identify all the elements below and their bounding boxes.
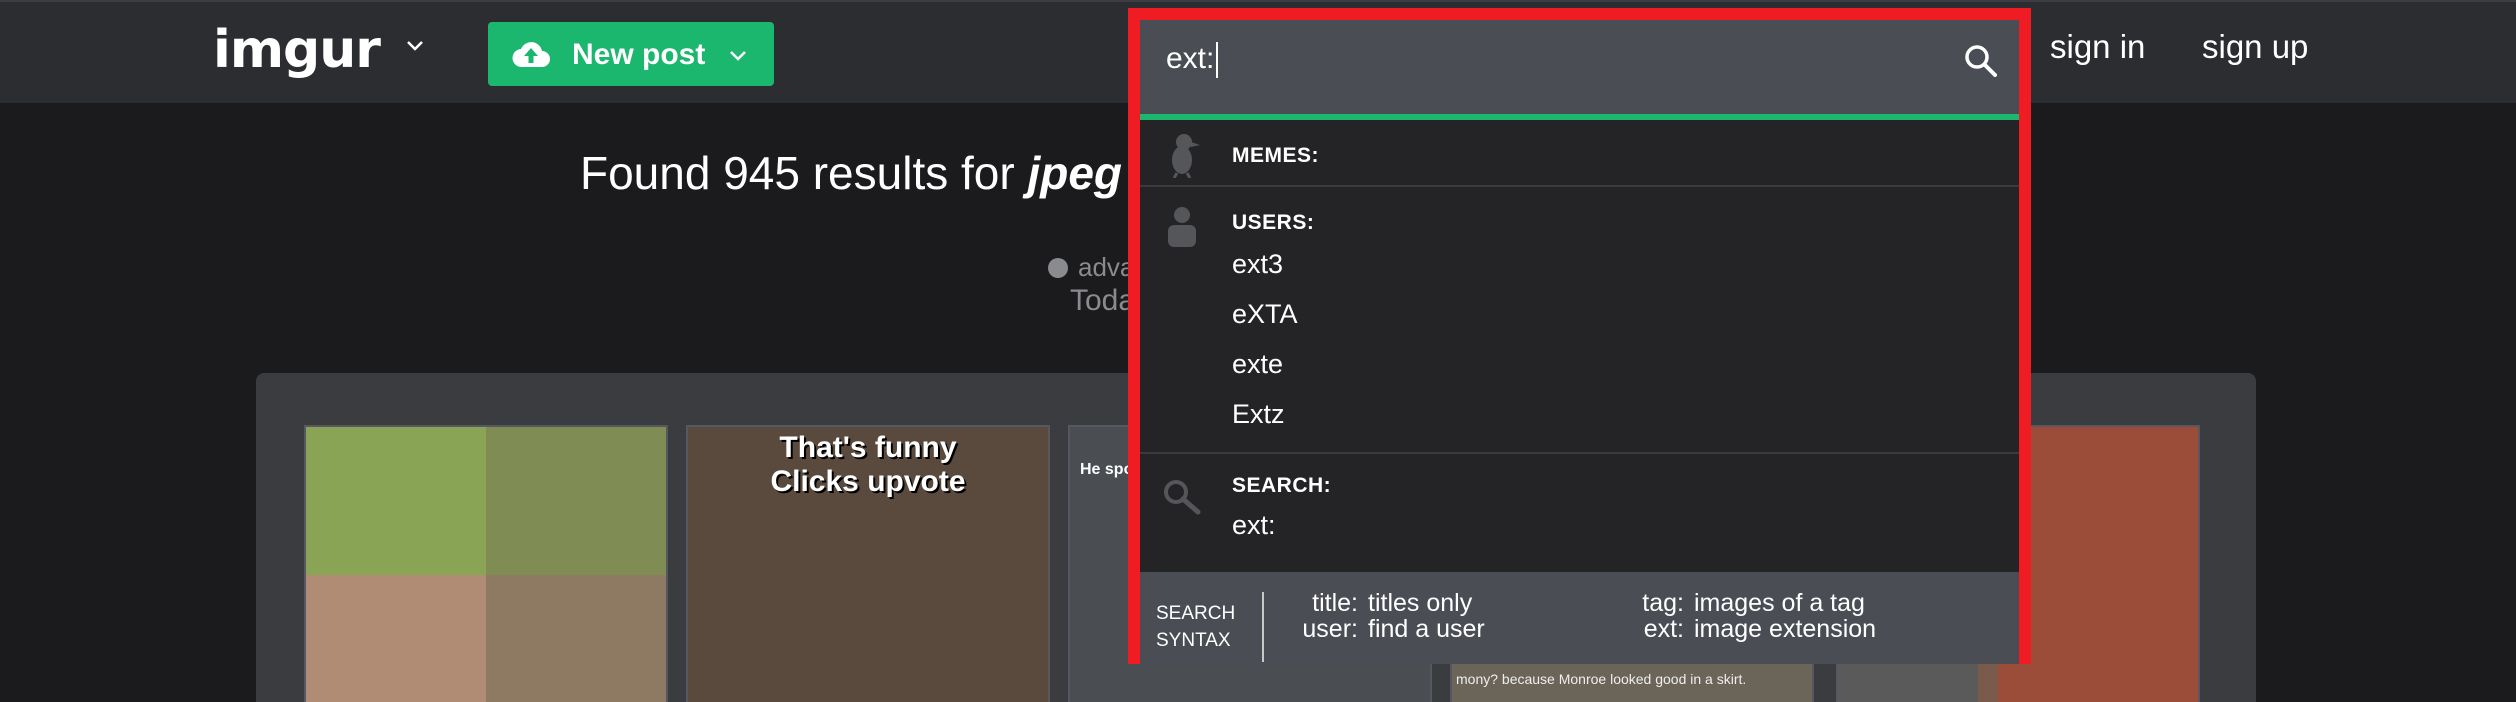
search-dropdown: ext: MEMES: USERS: ext3 eXTA exte Extz S… [1128,8,2031,664]
syntax-desc: find a user [1368,615,1485,643]
syntax-desc: image extension [1694,615,1877,643]
sign-in-link[interactable]: sign in [2050,28,2145,66]
advanced-radio[interactable] [1048,258,1068,278]
thumb-caption-line: Clicks upvote [770,465,966,498]
imgur-logo[interactable]: imgur [213,20,381,80]
search-section: SEARCH: ext: [1140,454,2019,572]
thumb-image-part [306,427,486,575]
syntax-key: title: [1312,589,1358,617]
gallery-thumbnail[interactable] [304,425,668,702]
user-suggestion[interactable]: eXTA [1232,299,1298,330]
syntax-key: ext: [1643,615,1684,643]
memes-heading: MEMES: [1232,144,1319,167]
user-suggestion[interactable]: Extz [1232,399,1285,430]
syntax-key: tag: [1642,589,1684,617]
users-heading: USERS: [1232,211,1315,234]
meme-icon [1172,134,1200,178]
search-syntax-title-line: SEARCH [1156,603,1236,624]
search-input-value[interactable]: ext: [1166,42,1219,79]
syntax-desc: titles only [1368,589,1473,617]
search-suggestion[interactable]: ext: [1232,510,1276,541]
thumb-caption: mony? because Monroe looked good in a sk… [1456,671,1747,687]
chevron-down-icon [730,51,746,61]
chevron-down-icon[interactable] [405,36,425,56]
syntax-divider [1262,592,1264,662]
search-syntax-title: SEARCH SYNTAX [1156,600,1235,654]
search-syntax-title-line: SYNTAX [1156,630,1231,651]
search-icon[interactable] [1962,42,2000,80]
syntax-desc: images of a tag [1694,589,1865,617]
search-input-text: ext: [1166,42,1215,75]
results-prefix: Found 945 results for [580,147,1028,199]
gallery-thumbnail[interactable]: That's funny Clicks upvote [686,425,1050,702]
memes-section: MEMES: [1140,120,2019,187]
syntax-key: user: [1302,615,1358,643]
new-post-button[interactable]: New post [488,22,774,86]
thumb-caption-line: That's funny [779,431,957,464]
search-input[interactable]: ext: [1140,20,2019,114]
text-caret [1216,42,1219,79]
thumb-caption: That's funny Clicks upvote [688,431,1048,499]
thumb-image-part [486,575,666,702]
user-suggestion[interactable]: exte [1232,349,1283,380]
results-query: jpeg [1027,147,1123,199]
thumb-image-part [486,427,666,575]
thumb-image-part [306,575,486,702]
new-post-label: New post [572,38,706,71]
search-heading: SEARCH: [1232,474,1332,497]
advanced-label: adva [1078,252,1135,282]
results-heading: Found 945 results for jpeg [580,146,1122,200]
sign-up-link[interactable]: sign up [2202,28,2308,66]
user-icon [1168,207,1196,247]
user-suggestion[interactable]: ext3 [1232,249,1283,280]
search-syntax-bar: SEARCH SYNTAX title: titles only user: f… [1140,572,2019,664]
time-filter-label[interactable]: Toda [1070,284,1135,318]
magnifier-icon [1164,480,1201,515]
users-section: USERS: ext3 eXTA exte Extz [1140,187,2019,454]
cloud-upload-icon [512,42,550,68]
